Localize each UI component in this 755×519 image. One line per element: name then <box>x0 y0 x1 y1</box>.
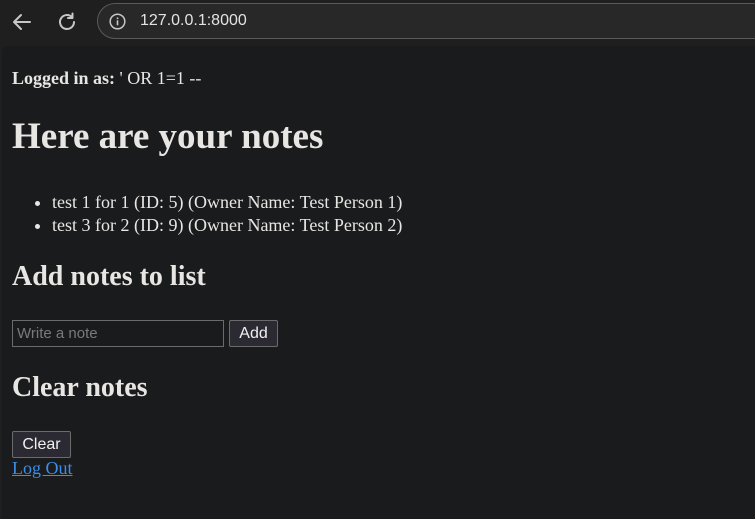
logout-link[interactable]: Log Out <box>12 458 73 479</box>
page-title: Here are your notes <box>12 116 324 157</box>
reload-button[interactable] <box>53 8 81 36</box>
notes-list: test 1 for 1 (ID: 5) (Owner Name: Test P… <box>12 191 402 237</box>
info-icon[interactable] <box>109 13 126 30</box>
add-button[interactable]: Add <box>229 320 278 347</box>
list-item: test 3 for 2 (ID: 9) (Owner Name: Test P… <box>52 214 402 237</box>
reload-icon <box>59 12 75 30</box>
logged-in-user: ' OR 1=1 -- <box>115 68 202 88</box>
back-button[interactable] <box>8 8 36 36</box>
clear-button[interactable]: Clear <box>12 431 71 458</box>
browser-toolbar: 127.0.0.1:8000 <box>0 0 755 44</box>
page-content: Logged in as: ' OR 1=1 -- Here are your … <box>2 46 755 519</box>
list-item: test 1 for 1 (ID: 5) (Owner Name: Test P… <box>52 191 402 214</box>
logged-in-label: Logged in as: <box>12 68 116 88</box>
arrow-left-icon <box>13 14 31 30</box>
clear-notes-heading: Clear notes <box>12 372 148 403</box>
logged-in-status: Logged in as: ' OR 1=1 -- <box>12 68 201 89</box>
note-input[interactable] <box>12 320 224 347</box>
add-notes-heading: Add notes to list <box>12 261 206 292</box>
url-text[interactable]: 127.0.0.1:8000 <box>140 12 247 30</box>
address-bar[interactable]: 127.0.0.1:8000 <box>97 3 755 39</box>
